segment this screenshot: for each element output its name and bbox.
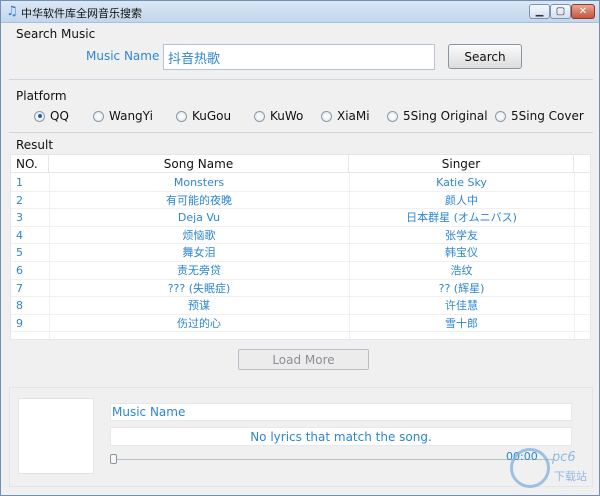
column-header-no[interactable]: NO. <box>11 155 49 173</box>
watermark-site-text: 下载站 <box>554 470 587 483</box>
song-name-cell: 舞女泪 <box>182 246 216 260</box>
platform-label: QQ <box>50 109 69 123</box>
platform-radio-5sing-cover[interactable]: 5Sing Cover <box>495 108 584 124</box>
singer-cell: 雪十郎 <box>445 316 478 330</box>
singer-cell: 浩纹 <box>450 264 473 277</box>
app-icon: ♫ <box>6 4 18 19</box>
row-number: 8 <box>16 299 23 313</box>
table-row[interactable]: 3 Deja Vu 日本群星 (オムニバス) <box>11 209 590 227</box>
platform-radio-wangyi[interactable]: WangYi <box>93 108 153 124</box>
row-number: 3 <box>16 211 23 225</box>
table-header: NO. Song Name Singer <box>11 155 590 173</box>
singer-cell: 韩宝仪 <box>445 246 478 260</box>
platform-radio-5sing-original[interactable]: 5Sing Original <box>387 108 488 124</box>
singer-cell: 颜人中 <box>445 193 478 207</box>
platform-radio-kuwo[interactable]: KuWo <box>254 108 303 124</box>
album-cover <box>18 398 94 474</box>
table-row[interactable]: 6 责无旁贷 浩纹 <box>11 262 590 280</box>
table-row[interactable]: 7 ??? (失眠症) ?? (辉星) <box>11 280 590 298</box>
song-name-cell: 烦恼歌 <box>182 228 216 242</box>
now-playing-name: Music Name <box>110 403 572 421</box>
row-number: 4 <box>16 228 23 242</box>
search-button[interactable]: Search <box>448 44 522 69</box>
window-title: 中华软件库全网音乐搜索 <box>21 7 142 20</box>
platform-label: WangYi <box>109 109 153 123</box>
maximize-button[interactable]: ▢ <box>550 4 571 19</box>
search-section-label: Search Music <box>16 27 96 41</box>
song-name-cell: Deja Vu <box>177 211 221 225</box>
platform-label: KuGou <box>192 109 232 123</box>
platform-label: 5Sing Original <box>403 109 488 123</box>
load-more-button[interactable]: Load More <box>238 349 369 370</box>
radio-icon <box>321 110 332 122</box>
row-number: 2 <box>16 193 23 207</box>
column-header-singer[interactable]: Singer <box>349 155 574 173</box>
table-row[interactable]: 8 预谋 许佳慧 <box>11 297 590 315</box>
platform-radio-xiami[interactable]: XiaMi <box>321 108 370 124</box>
platform-radio-kugou[interactable]: KuGou <box>176 108 231 124</box>
table-row[interactable]: 2 有可能的夜晚 颜人中 <box>11 192 590 210</box>
column-header-song-name[interactable]: Song Name <box>49 155 349 173</box>
platform-label: KuWo <box>270 109 304 123</box>
singer-cell: Katie Sky <box>436 176 487 189</box>
row-number: 1 <box>16 176 23 189</box>
singer-cell: 许佳慧 <box>445 299 478 313</box>
music-name-label: Music Name <box>86 49 160 63</box>
row-number: 7 <box>16 281 23 295</box>
platform-label: 5Sing Cover <box>511 109 584 123</box>
singer-cell: ?? (辉星) <box>438 281 485 295</box>
table-row[interactable]: 9 伤过的心 雪十郎 <box>11 315 590 333</box>
radio-icon <box>495 110 506 122</box>
radio-icon <box>176 110 187 122</box>
platform-label: XiaMi <box>337 109 370 123</box>
watermark-logo-icon <box>510 448 550 488</box>
music-name-input[interactable] <box>163 44 435 70</box>
close-button[interactable]: ✕ <box>571 4 595 19</box>
song-name-cell: ??? (失眠症) <box>167 281 231 295</box>
result-table[interactable]: NO. Song Name Singer 1 Monsters Katie Sky … <box>10 154 591 340</box>
row-number: 9 <box>16 316 23 330</box>
result-section-label: Result <box>16 138 54 152</box>
title-bar[interactable]: ♫ 中华软件库全网音乐搜索 ▁ ▢ ✕ <box>1 1 599 23</box>
table-row[interactable]: 1 Monsters Katie Sky <box>11 174 590 192</box>
song-name-cell: 伤过的心 <box>177 316 221 330</box>
table-row[interactable]: 4 烦恼歌 张学友 <box>11 227 590 245</box>
progress-slider-handle[interactable] <box>110 454 117 464</box>
radio-icon <box>254 110 265 122</box>
song-name-cell: 有可能的夜晚 <box>166 193 232 207</box>
app-window: ♫ 中华软件库全网音乐搜索 ▁ ▢ ✕ Search Music Music N… <box>0 0 600 496</box>
platform-radio-qq[interactable]: QQ <box>34 108 69 124</box>
minimize-button[interactable]: ▁ <box>529 4 550 19</box>
song-name-cell: 责无旁贷 <box>177 264 221 277</box>
song-name-cell: 预谋 <box>188 299 210 313</box>
singer-cell: 张学友 <box>445 228 478 242</box>
row-number: 5 <box>16 246 23 260</box>
radio-icon <box>93 110 104 122</box>
singer-cell: 日本群星 (オムニバス) <box>406 211 517 225</box>
progress-track[interactable] <box>113 459 553 460</box>
lyrics-display: No lyrics that match the song. <box>110 427 572 446</box>
radio-checked-icon <box>34 110 45 122</box>
divider <box>9 79 593 80</box>
song-name-cell: Monsters <box>173 176 225 189</box>
radio-icon <box>387 110 398 122</box>
watermark-logo-text: pc6 <box>552 450 576 465</box>
platform-section-label: Platform <box>16 89 67 103</box>
table-row[interactable]: 5 舞女泪 韩宝仪 <box>11 244 590 262</box>
row-number: 6 <box>16 264 23 277</box>
divider <box>9 132 593 133</box>
